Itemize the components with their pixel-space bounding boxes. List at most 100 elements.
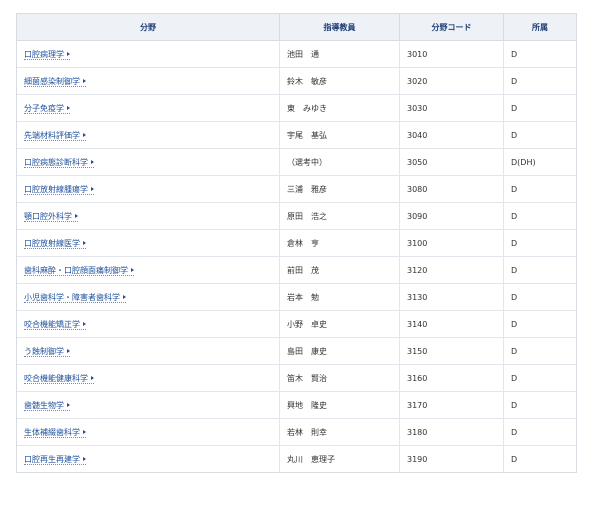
affiliation-cell: D	[503, 40, 577, 68]
code-cell: 3090	[399, 202, 504, 230]
field-cell: 先端材料評価学	[16, 121, 280, 149]
advisor-cell: 興地 隆史	[279, 391, 400, 419]
table-row: 口腔放射線医学 倉林 亨 3100 D	[16, 229, 577, 257]
arrow-right-icon	[83, 78, 86, 83]
affiliation-cell: D	[503, 202, 577, 230]
field-link[interactable]: 小児歯科学・障害者歯科学	[24, 292, 126, 303]
code-cell: 3180	[399, 418, 504, 446]
table-row: 歯髄生物学 興地 隆史 3170 D	[16, 391, 577, 419]
table-row: 分子免疫学 東 みゆき 3030 D	[16, 94, 577, 122]
field-cell: 生体補綴歯科学	[16, 418, 280, 446]
field-link[interactable]: 口腔病態診断科学	[24, 157, 94, 168]
arrow-right-icon	[91, 159, 94, 164]
advisor-cell: （選考中）	[279, 148, 400, 176]
table-header: 分野 指導教員 分野コード 所属	[16, 13, 577, 41]
field-link[interactable]: 口腔放射線医学	[24, 238, 86, 249]
affiliation-cell: D	[503, 391, 577, 419]
table-row: 咬合機能矯正学 小野 卓史 3140 D	[16, 310, 577, 338]
table-wrapper: 分野 指導教員 分野コード 所属 口腔病理学 池田 通 3010 D 細菌感染制御学 鈴木…	[16, 13, 577, 473]
affiliation-cell: D	[503, 121, 577, 149]
affiliation-cell: D	[503, 418, 577, 446]
advisor-cell: 三浦 雅彦	[279, 175, 400, 203]
affiliation-cell: D	[503, 283, 577, 311]
table-row: 口腔再生再建学 丸川 恵理子 3190 D	[16, 445, 577, 473]
field-link[interactable]: 分子免疫学	[24, 103, 70, 114]
field-link-label: 顎口腔外科学	[24, 211, 72, 221]
code-cell: 3120	[399, 256, 504, 284]
field-cell: 小児歯科学・障害者歯科学	[16, 283, 280, 311]
arrow-right-icon	[67, 105, 70, 110]
affiliation-cell: D	[503, 364, 577, 392]
arrow-right-icon	[123, 294, 126, 299]
field-link-label: 小児歯科学・障害者歯科学	[24, 292, 120, 302]
field-link[interactable]: う蝕制御学	[24, 346, 70, 357]
header-affiliation: 所属	[503, 13, 577, 41]
field-link[interactable]: 口腔病理学	[24, 49, 70, 60]
field-cell: 口腔放射線医学	[16, 229, 280, 257]
field-cell: 咬合機能健康科学	[16, 364, 280, 392]
code-cell: 3030	[399, 94, 504, 122]
code-cell: 3080	[399, 175, 504, 203]
field-link[interactable]: 細菌感染制御学	[24, 76, 86, 87]
field-link[interactable]: 先端材料評価学	[24, 130, 86, 141]
field-link[interactable]: 歯髄生物学	[24, 400, 70, 411]
field-link-label: 口腔再生再建学	[24, 454, 80, 464]
field-link[interactable]: 口腔放射線腫瘍学	[24, 184, 94, 195]
code-cell: 3040	[399, 121, 504, 149]
code-cell: 3160	[399, 364, 504, 392]
code-cell: 3170	[399, 391, 504, 419]
field-link[interactable]: 顎口腔外科学	[24, 211, 78, 222]
advisor-cell: 池田 通	[279, 40, 400, 68]
table-row: 細菌感染制御学 鈴木 敏彦 3020 D	[16, 67, 577, 95]
header-code: 分野コード	[399, 13, 504, 41]
field-link-label: 口腔病態診断科学	[24, 157, 88, 167]
arrow-right-icon	[67, 348, 70, 353]
table-row: 口腔病態診断科学 （選考中） 3050 D(DH)	[16, 148, 577, 176]
arrow-right-icon	[75, 213, 78, 218]
field-table: 分野 指導教員 分野コード 所属 口腔病理学 池田 通 3010 D 細菌感染制御学 鈴木…	[16, 13, 577, 473]
field-link[interactable]: 歯科麻酔・口腔顔面痛制御学	[24, 265, 134, 276]
field-cell: 口腔再生再建学	[16, 445, 280, 473]
field-link[interactable]: 咬合機能矯正学	[24, 319, 86, 330]
affiliation-cell: D	[503, 445, 577, 473]
table-row: 咬合機能健康科学 笛木 賢治 3160 D	[16, 364, 577, 392]
advisor-cell: 島田 康史	[279, 337, 400, 365]
header-field: 分野	[16, 13, 280, 41]
code-cell: 3100	[399, 229, 504, 257]
affiliation-cell: D	[503, 67, 577, 95]
code-cell: 3010	[399, 40, 504, 68]
arrow-right-icon	[67, 402, 70, 407]
field-link-label: 細菌感染制御学	[24, 76, 80, 86]
advisor-cell: 倉林 亨	[279, 229, 400, 257]
table-row: 口腔放射線腫瘍学 三浦 雅彦 3080 D	[16, 175, 577, 203]
advisor-cell: 前田 茂	[279, 256, 400, 284]
field-link[interactable]: 口腔再生再建学	[24, 454, 86, 465]
field-cell: 歯髄生物学	[16, 391, 280, 419]
field-cell: 分子免疫学	[16, 94, 280, 122]
affiliation-cell: D	[503, 94, 577, 122]
field-cell: 歯科麻酔・口腔顔面痛制御学	[16, 256, 280, 284]
field-link-label: 咬合機能矯正学	[24, 319, 80, 329]
arrow-right-icon	[83, 240, 86, 245]
arrow-right-icon	[91, 186, 94, 191]
affiliation-cell: D	[503, 175, 577, 203]
arrow-right-icon	[67, 51, 70, 56]
field-link-label: 分子免疫学	[24, 103, 64, 113]
code-cell: 3020	[399, 67, 504, 95]
table-row: 先端材料評価学 宇尾 基弘 3040 D	[16, 121, 577, 149]
field-cell: 顎口腔外科学	[16, 202, 280, 230]
arrow-right-icon	[91, 375, 94, 380]
code-cell: 3050	[399, 148, 504, 176]
field-link[interactable]: 生体補綴歯科学	[24, 427, 86, 438]
arrow-right-icon	[83, 132, 86, 137]
advisor-cell: 原田 浩之	[279, 202, 400, 230]
field-cell: 咬合機能矯正学	[16, 310, 280, 338]
advisor-cell: 笛木 賢治	[279, 364, 400, 392]
table-row: 顎口腔外科学 原田 浩之 3090 D	[16, 202, 577, 230]
table-row: 歯科麻酔・口腔顔面痛制御学 前田 茂 3120 D	[16, 256, 577, 284]
arrow-right-icon	[83, 456, 86, 461]
advisor-cell: 若林 則幸	[279, 418, 400, 446]
field-link-label: 生体補綴歯科学	[24, 427, 80, 437]
affiliation-cell: D(DH)	[503, 148, 577, 176]
field-link[interactable]: 咬合機能健康科学	[24, 373, 94, 384]
